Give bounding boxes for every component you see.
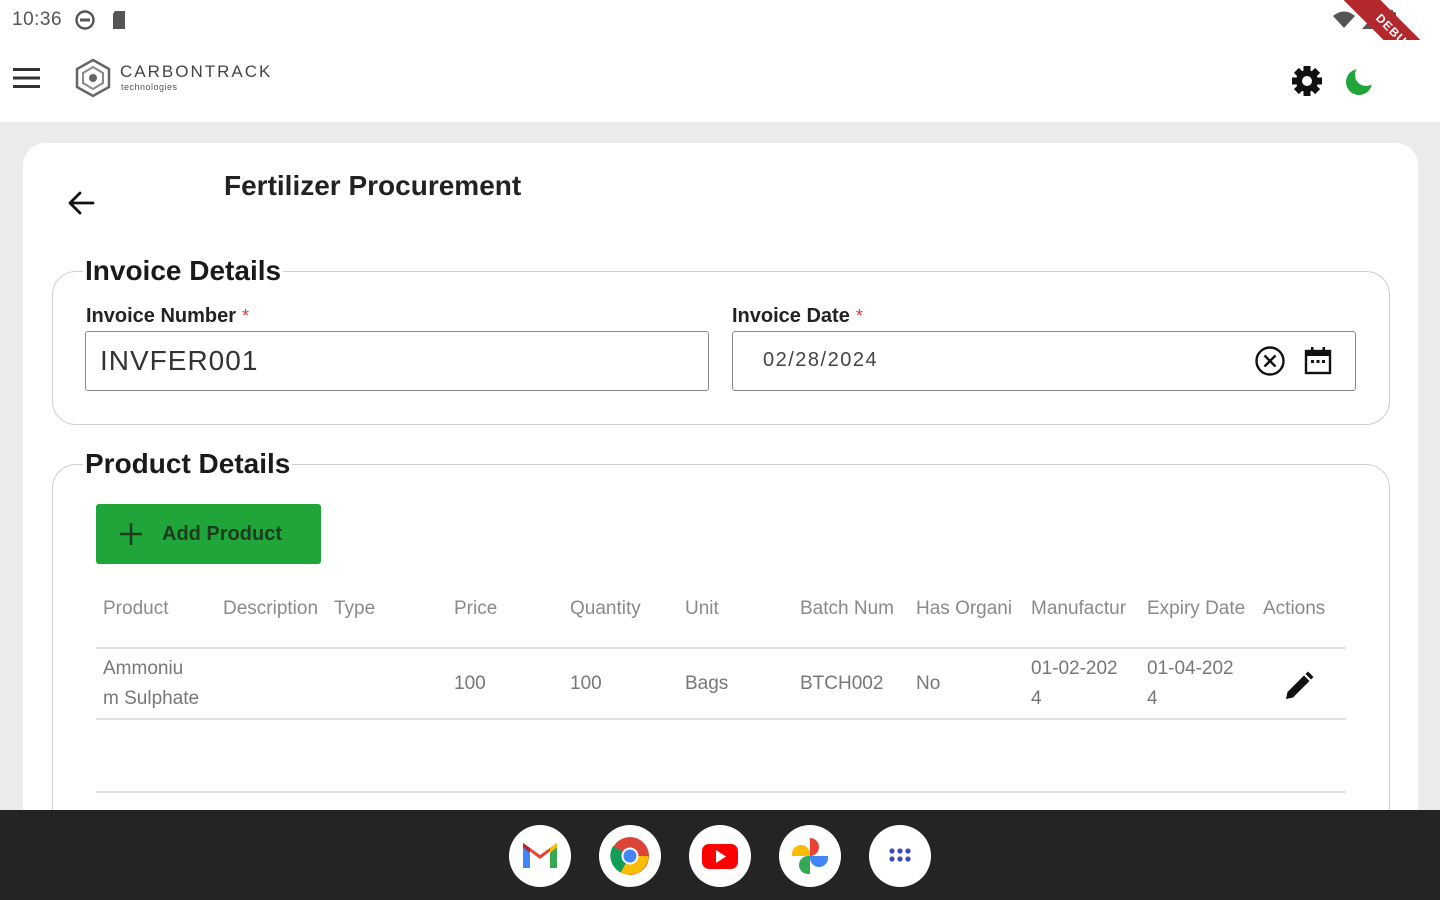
column-header-unit: Unit (685, 598, 719, 619)
cell-manufacture-line1: 01-02-202 (1031, 658, 1118, 679)
invoice-number-label-text: Invoice Number (86, 305, 237, 327)
cell-manufacture-line2: 4 (1031, 688, 1042, 709)
gear-icon[interactable] (1290, 64, 1324, 98)
column-header-has-organic: Has Organi (916, 598, 1013, 619)
app-launcher-app[interactable] (869, 825, 931, 887)
chrome-icon (610, 837, 649, 875)
back-arrow-icon[interactable] (63, 185, 99, 221)
status-time: 10:36 (12, 9, 63, 30)
page-title: Fertilizer Procurement (224, 170, 522, 201)
column-header-batch-number: Batch Num (800, 598, 894, 619)
required-mark: * (855, 306, 863, 326)
photos-app[interactable] (779, 825, 841, 887)
cell-product: Ammoniu m Sulphate (103, 654, 199, 714)
sd-card-icon (113, 11, 125, 29)
column-header-actions: Actions (1263, 598, 1326, 619)
clear-circle-icon[interactable] (1253, 344, 1287, 378)
gmail-app[interactable] (509, 825, 571, 887)
table-divider (96, 718, 1346, 720)
menu-icon[interactable] (12, 66, 42, 90)
column-header-product: Product (103, 598, 169, 619)
moon-icon[interactable] (1343, 64, 1377, 98)
cell-product-line1: Ammoniu (103, 658, 184, 679)
cell-expiry-line2: 4 (1147, 688, 1158, 709)
cell-price: 100 (454, 673, 486, 694)
invoice-date-label-text: Invoice Date (732, 305, 850, 327)
add-product-label: Add Product (162, 523, 282, 545)
cell-expiry-date: 01-04-202 4 (1147, 654, 1234, 714)
invoice-number-label: Invoice Number * (86, 305, 249, 328)
required-mark: * (242, 306, 250, 326)
dnd-icon (75, 10, 95, 30)
cell-product-line2: m Sulphate (103, 688, 200, 709)
add-product-button[interactable]: Add Product (96, 504, 321, 564)
gmail-icon (523, 843, 557, 868)
brand-subtitle: technologies (121, 82, 178, 92)
cell-batch: BTCH002 (800, 673, 884, 694)
plus-icon (120, 523, 142, 545)
youtube-icon (702, 844, 738, 869)
product-section-title: Product Details (85, 448, 291, 479)
carbontrack-logo-icon (75, 58, 111, 98)
column-header-manufacture-date: Manufactur (1031, 598, 1127, 619)
table-divider (96, 647, 1346, 649)
cell-has-organic: No (916, 673, 941, 694)
column-header-expiry-date: Expiry Date (1147, 598, 1246, 619)
brand-name: CARBONTRACK (120, 62, 273, 81)
youtube-app[interactable] (689, 825, 751, 887)
invoice-number-input[interactable]: INVFER001 (85, 331, 709, 391)
edit-pencil-icon[interactable] (1280, 669, 1316, 705)
cell-quantity: 100 (570, 673, 602, 694)
taskbar (0, 810, 1440, 900)
photos-icon (792, 838, 828, 874)
invoice-date-label: Invoice Date * (732, 305, 863, 328)
table-footer-divider (96, 791, 1346, 793)
chrome-app[interactable] (599, 825, 661, 887)
procurement-card: Fertilizer Procurement Invoice Details I… (23, 143, 1418, 868)
column-header-type: Type (334, 598, 376, 619)
calendar-icon[interactable] (1301, 344, 1335, 378)
cell-unit: Bags (685, 673, 729, 694)
column-header-quantity: Quantity (570, 598, 641, 619)
app-bar: CARBONTRACK technologies (0, 40, 1440, 122)
column-header-price: Price (454, 598, 498, 619)
column-header-description: Description (223, 598, 319, 619)
invoice-section-title: Invoice Details (85, 255, 282, 286)
status-bar: 10:36 DEBUG (0, 0, 1440, 103)
cell-manufacture-date: 01-02-202 4 (1031, 654, 1118, 714)
wifi-icon (1333, 11, 1355, 28)
app-launcher-icon (889, 848, 911, 862)
cell-expiry-line1: 01-04-202 (1147, 658, 1234, 679)
